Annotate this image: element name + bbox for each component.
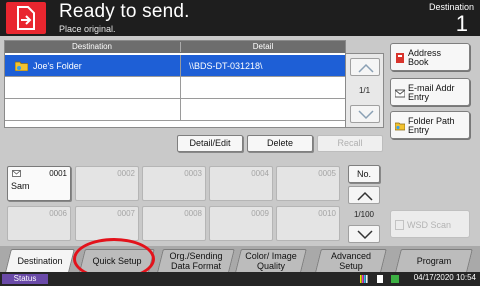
chevron-down-icon: [358, 110, 374, 120]
one-touch-scroll-up-button[interactable]: [348, 186, 380, 204]
address-book-icon: [396, 53, 404, 63]
column-divider: [180, 55, 181, 76]
destination-list: Destination Detail Joe's Folder \\BDS-DT…: [4, 40, 346, 128]
list-page-indicator: 1/1: [358, 86, 371, 95]
one-touch-number: 0004: [251, 169, 269, 178]
one-touch-key-0009[interactable]: 0009: [209, 206, 273, 241]
one-touch-number: 0008: [184, 209, 202, 218]
status-button[interactable]: Status: [2, 274, 48, 284]
tab-label: Destination: [17, 255, 63, 266]
tab-advanced-setup[interactable]: Advanced Setup: [315, 249, 387, 272]
chevron-up-icon: [358, 63, 374, 73]
send-icon: [6, 2, 46, 34]
toner-level-icon: [360, 275, 368, 283]
folder-icon: [15, 61, 28, 71]
tab-color-image-quality[interactable]: Color/ Image Quality: [235, 249, 307, 272]
one-touch-number: 0001: [49, 169, 67, 178]
folder-path-entry-label: Folder Path Entry: [408, 116, 455, 135]
paper-icon: [377, 275, 383, 283]
recall-button[interactable]: Recall: [317, 135, 383, 152]
list-scroll-controls: 1/1: [346, 53, 384, 128]
number-search-button[interactable]: No.: [348, 165, 380, 183]
address-book-label: Address Book: [408, 48, 442, 67]
folder-icon: [395, 122, 405, 131]
one-touch-key-0008[interactable]: 0008: [142, 206, 206, 241]
list-row[interactable]: [5, 77, 345, 99]
wsd-scan-button[interactable]: WSD Scan: [390, 210, 470, 238]
column-header-destination: Destination: [71, 42, 113, 51]
one-touch-key-0006[interactable]: 0006: [7, 206, 71, 241]
list-scroll-up-button[interactable]: [350, 58, 380, 76]
column-divider: [180, 99, 181, 120]
list-row[interactable]: [5, 99, 345, 121]
one-touch-key-0004[interactable]: 0004: [209, 166, 273, 201]
address-book-button[interactable]: Address Book: [390, 43, 470, 71]
one-touch-number: 0010: [318, 209, 336, 218]
tab-label: Color/ Image Quality: [245, 250, 297, 271]
one-touch-scroll-down-button[interactable]: [348, 225, 380, 243]
one-touch-number: 0009: [251, 209, 269, 218]
detail-edit-button[interactable]: Detail/Edit: [177, 135, 243, 152]
one-touch-number: 0003: [184, 169, 202, 178]
one-touch-key-0010[interactable]: 0010: [276, 206, 340, 241]
list-scroll-down-button[interactable]: [350, 105, 380, 123]
tab-label: Org./Sending Data Format: [169, 250, 223, 271]
email-entry-label: E-mail Addr Entry: [408, 83, 455, 102]
one-touch-name: Sam: [11, 181, 30, 191]
one-touch-page-indicator: 1/100: [353, 210, 375, 219]
one-touch-key-0002[interactable]: 0002: [75, 166, 139, 201]
date-time: 04/17/2020 10:54: [413, 273, 476, 282]
tab-label: Program: [416, 255, 452, 266]
list-row[interactable]: Joe's Folder \\BDS-DT-031218\: [5, 55, 345, 77]
wsd-scan-label: WSD Scan: [407, 220, 452, 230]
row-detail: \\BDS-DT-031218\: [189, 61, 263, 71]
tab-org-sending-data-format[interactable]: Org./Sending Data Format: [157, 249, 235, 272]
folder-path-entry-button[interactable]: Folder Path Entry: [390, 111, 470, 139]
wsd-scan-icon: [395, 220, 404, 230]
email-icon: [395, 89, 405, 98]
status-title: Ready to send.: [59, 1, 190, 22]
one-touch-key-0005[interactable]: 0005: [276, 166, 340, 201]
one-touch-number: 0002: [117, 169, 135, 178]
column-divider: [180, 77, 181, 98]
delete-button[interactable]: Delete: [247, 135, 313, 152]
chevron-up-icon: [357, 191, 373, 201]
column-header-detail: Detail: [252, 42, 274, 51]
header-bar: Ready to send. Place original. Destinati…: [0, 0, 480, 36]
one-touch-key-0007[interactable]: 0007: [75, 206, 139, 241]
one-touch-key-0001[interactable]: 0001 Sam: [7, 166, 71, 201]
one-touch-number: 0005: [318, 169, 336, 178]
network-icon: [391, 275, 399, 283]
one-touch-number: 0007: [117, 209, 135, 218]
list-header: Destination Detail: [5, 41, 345, 53]
row-destination-name: Joe's Folder: [33, 61, 82, 71]
tab-label: Advanced Setup: [330, 250, 372, 271]
one-touch-key-0003[interactable]: 0003: [142, 166, 206, 201]
destination-count: 1: [455, 11, 468, 36]
tab-program[interactable]: Program: [395, 249, 473, 272]
status-bar: Status 04/17/2020 10:54: [0, 272, 480, 286]
email-entry-button[interactable]: E-mail Addr Entry: [390, 78, 470, 106]
tab-destination[interactable]: Destination: [5, 249, 75, 272]
email-icon: [12, 170, 21, 177]
chevron-down-icon: [357, 230, 373, 240]
one-touch-number: 0006: [49, 209, 67, 218]
status-subtitle: Place original.: [59, 24, 116, 34]
